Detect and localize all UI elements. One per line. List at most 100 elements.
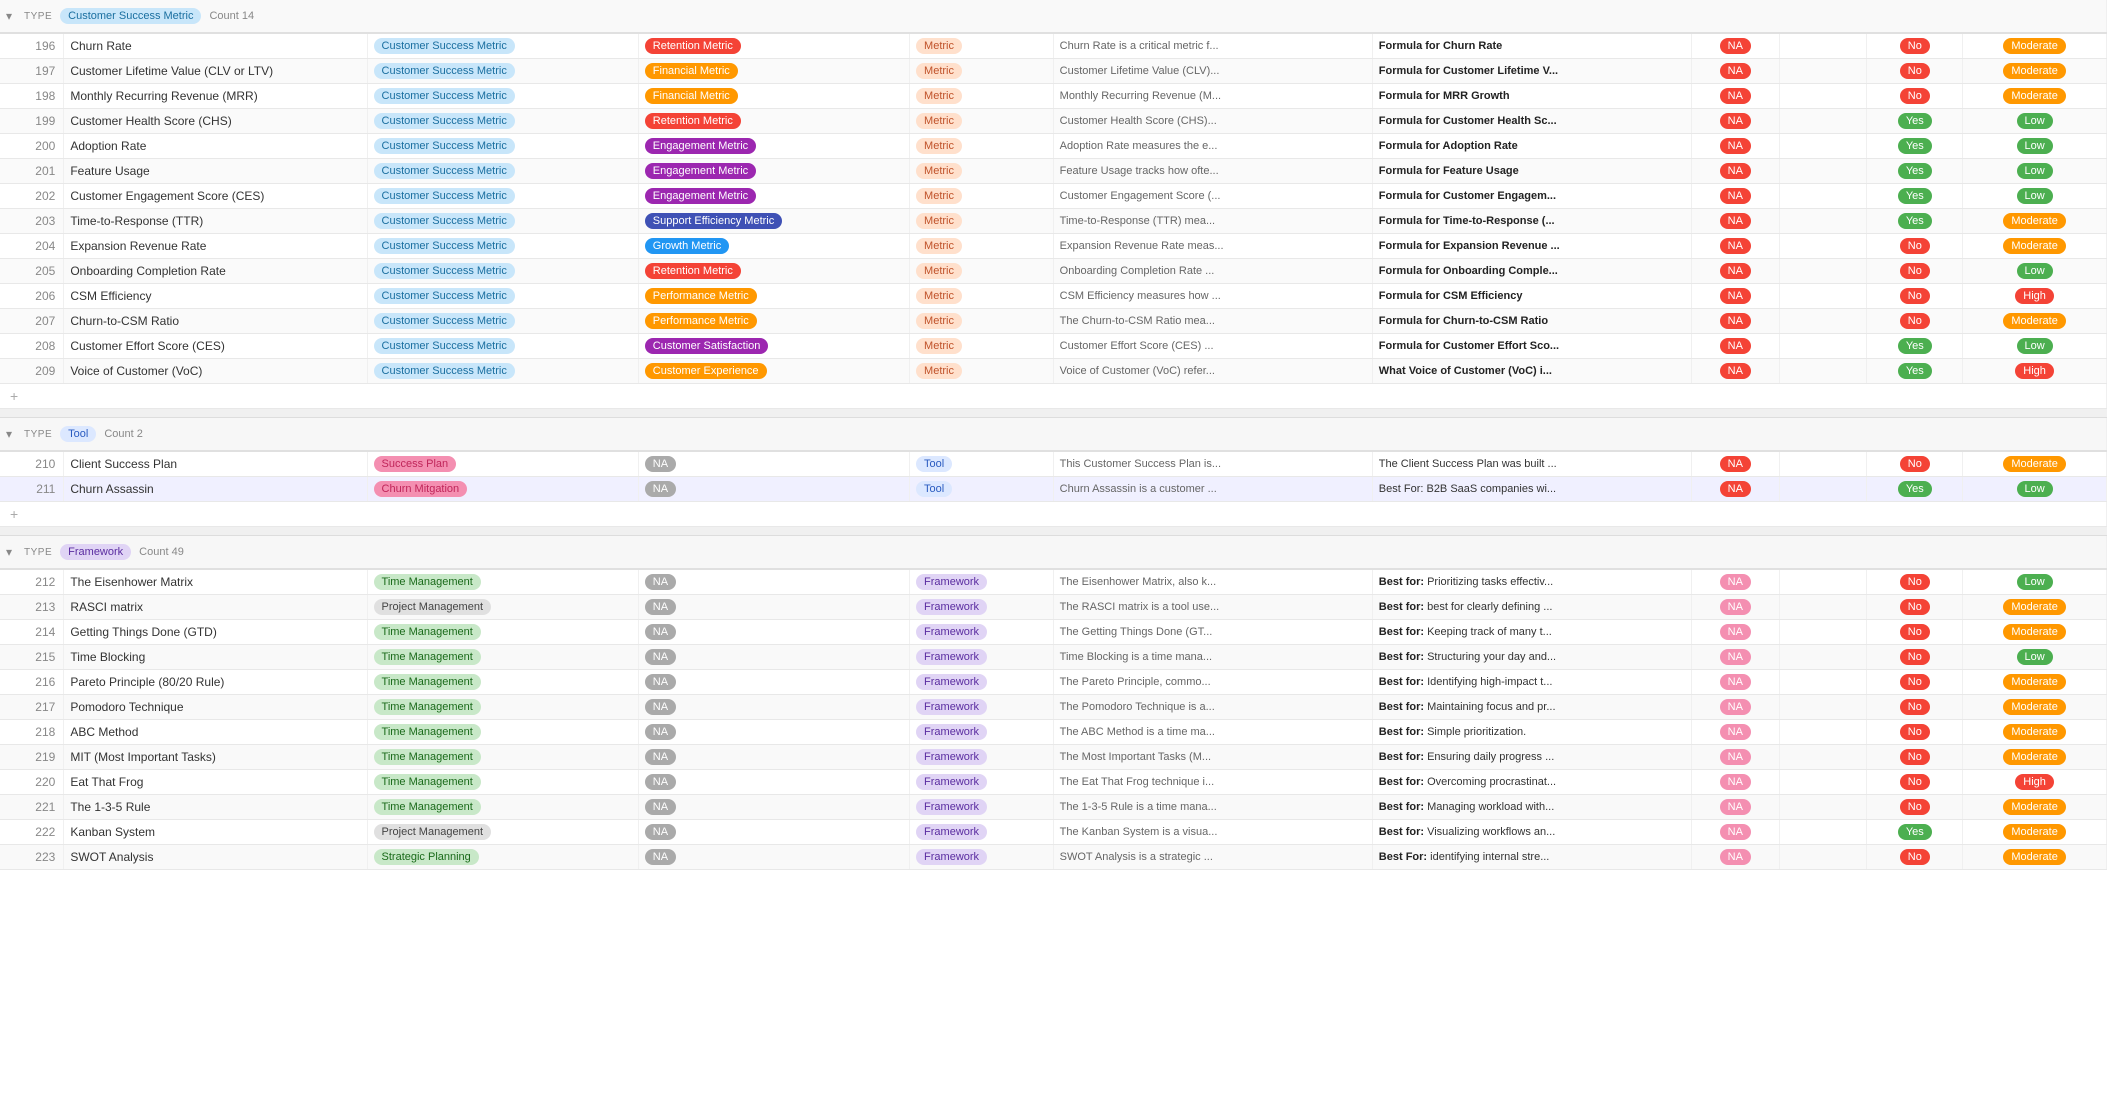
row-empty	[1779, 695, 1867, 720]
row-formula: Formula for Expansion Revenue ...	[1372, 234, 1691, 259]
row-desc: Customer Lifetime Value (CLV)...	[1053, 59, 1372, 84]
row-na: NA	[1691, 59, 1779, 84]
table-row: 198 Monthly Recurring Revenue (MRR) Cust…	[0, 84, 2107, 109]
row-yn: No	[1867, 259, 1963, 284]
row-na: NA	[1691, 309, 1779, 334]
row-name: Churn Assassin	[64, 477, 367, 502]
row-formula: Formula for Adoption Rate	[1372, 134, 1691, 159]
row-type: Framework	[910, 770, 1054, 795]
row-category: Customer Success Metric	[367, 284, 638, 309]
row-desc: Time-to-Response (TTR) mea...	[1053, 209, 1372, 234]
count-framework: Count 49	[139, 546, 184, 558]
row-type: Metric	[910, 33, 1054, 59]
row-subcategory: Financial Metric	[638, 59, 909, 84]
row-type: Metric	[910, 259, 1054, 284]
row-empty	[1779, 595, 1867, 620]
row-priority: Moderate	[1963, 84, 2107, 109]
row-formula: Formula for Onboarding Comple...	[1372, 259, 1691, 284]
row-category: Customer Success Metric	[367, 59, 638, 84]
row-formula: Formula for Feature Usage	[1372, 159, 1691, 184]
row-subcategory: NA	[638, 451, 909, 477]
row-type: Framework	[910, 745, 1054, 770]
row-empty	[1779, 159, 1867, 184]
row-name: Eat That Frog	[64, 770, 367, 795]
table-row: 201 Feature Usage Customer Success Metri…	[0, 159, 2107, 184]
row-desc: The Most Important Tasks (M...	[1053, 745, 1372, 770]
row-subcategory: NA	[638, 820, 909, 845]
table-row: 210 Client Success Plan Success Plan NA …	[0, 451, 2107, 477]
row-name: Adoption Rate	[64, 134, 367, 159]
row-name: Voice of Customer (VoC)	[64, 359, 367, 384]
row-formula: Formula for Customer Lifetime V...	[1372, 59, 1691, 84]
row-empty	[1779, 569, 1867, 595]
row-number: 222	[0, 820, 64, 845]
row-number: 208	[0, 334, 64, 359]
row-desc: Churn Assassin is a customer ...	[1053, 477, 1372, 502]
row-name: ABC Method	[64, 720, 367, 745]
row-formula: Best for: Visualizing workflows an...	[1372, 820, 1691, 845]
row-priority: Moderate	[1963, 451, 2107, 477]
row-number: 214	[0, 620, 64, 645]
expand-icon-tool[interactable]: ▾	[6, 427, 12, 441]
row-desc: The Pareto Principle, commo...	[1053, 670, 1372, 695]
row-name: The 1-3-5 Rule	[64, 795, 367, 820]
row-empty	[1779, 284, 1867, 309]
row-category: Success Plan	[367, 451, 638, 477]
row-empty	[1779, 477, 1867, 502]
row-empty	[1779, 334, 1867, 359]
row-name: Pareto Principle (80/20 Rule)	[64, 670, 367, 695]
row-number: 213	[0, 595, 64, 620]
row-yn: No	[1867, 84, 1963, 109]
row-empty	[1779, 359, 1867, 384]
row-yn: No	[1867, 770, 1963, 795]
add-row-tool[interactable]: +	[0, 502, 2107, 527]
row-type: Framework	[910, 845, 1054, 870]
row-subcategory: Retention Metric	[638, 109, 909, 134]
row-subcategory: Financial Metric	[638, 84, 909, 109]
row-category: Customer Success Metric	[367, 359, 638, 384]
row-name: Customer Health Score (CHS)	[64, 109, 367, 134]
row-na: NA	[1691, 569, 1779, 595]
table-row: 223 SWOT Analysis Strategic Planning NA …	[0, 845, 2107, 870]
row-yn: No	[1867, 645, 1963, 670]
row-yn: No	[1867, 670, 1963, 695]
row-formula: Best for: Overcoming procrastinat...	[1372, 770, 1691, 795]
row-empty	[1779, 670, 1867, 695]
row-empty	[1779, 820, 1867, 845]
row-empty	[1779, 451, 1867, 477]
expand-icon-framework[interactable]: ▾	[6, 545, 12, 559]
row-priority: Moderate	[1963, 845, 2107, 870]
row-empty	[1779, 645, 1867, 670]
row-yn: No	[1867, 309, 1963, 334]
row-formula: Best for: Identifying high-impact t...	[1372, 670, 1691, 695]
row-name: Customer Engagement Score (CES)	[64, 184, 367, 209]
row-name: Expansion Revenue Rate	[64, 234, 367, 259]
row-priority: Moderate	[1963, 309, 2107, 334]
row-na: NA	[1691, 770, 1779, 795]
row-empty	[1779, 795, 1867, 820]
table-row: 199 Customer Health Score (CHS) Customer…	[0, 109, 2107, 134]
row-name: The Eisenhower Matrix	[64, 569, 367, 595]
row-empty	[1779, 59, 1867, 84]
row-priority: Moderate	[1963, 670, 2107, 695]
row-type: Metric	[910, 84, 1054, 109]
row-empty	[1779, 184, 1867, 209]
row-priority: Moderate	[1963, 820, 2107, 845]
row-subcategory: Retention Metric	[638, 33, 909, 59]
row-formula: Best for: Keeping track of many t...	[1372, 620, 1691, 645]
row-formula: Best for: Simple prioritization.	[1372, 720, 1691, 745]
row-na: NA	[1691, 695, 1779, 720]
row-subcategory: Engagement Metric	[638, 134, 909, 159]
row-subcategory: Engagement Metric	[638, 184, 909, 209]
row-number: 211	[0, 477, 64, 502]
row-na: NA	[1691, 670, 1779, 695]
row-desc: The Getting Things Done (GT...	[1053, 620, 1372, 645]
row-formula: Best For: B2B SaaS companies wi...	[1372, 477, 1691, 502]
row-number: 196	[0, 33, 64, 59]
row-yn: Yes	[1867, 477, 1963, 502]
expand-icon-csm[interactable]: ▾	[6, 9, 12, 23]
row-type: Metric	[910, 234, 1054, 259]
add-row-csm[interactable]: +	[0, 384, 2107, 409]
row-desc: Time Blocking is a time mana...	[1053, 645, 1372, 670]
row-number: 218	[0, 720, 64, 745]
